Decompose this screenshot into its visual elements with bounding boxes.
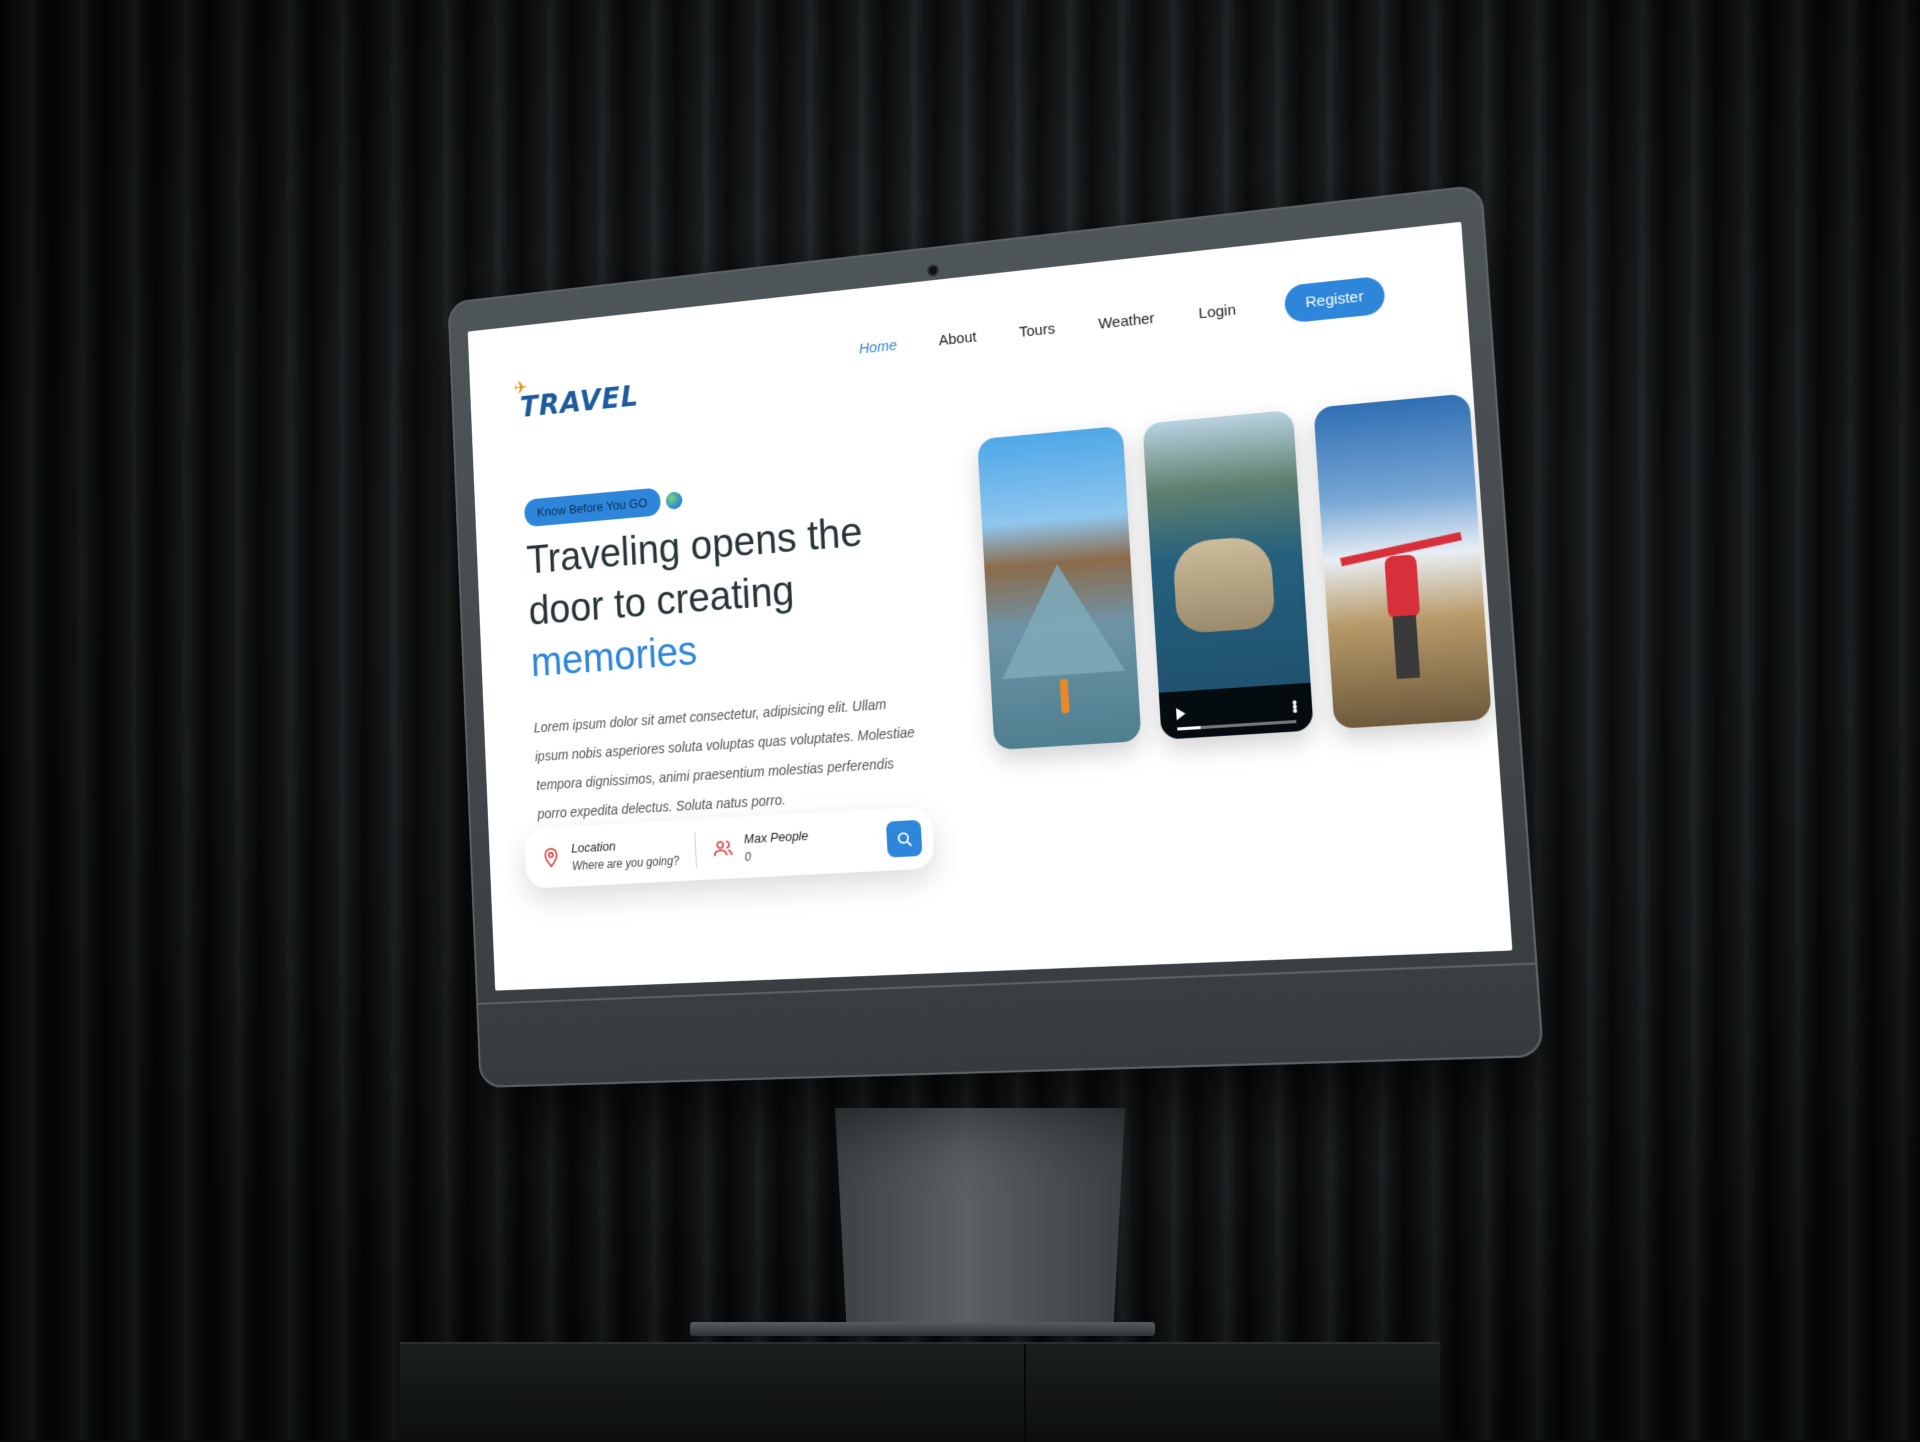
location-field-text: Location Where are you going? [571, 835, 680, 873]
people-icon [712, 837, 733, 860]
know-before-tag: Know Before You GO [524, 487, 661, 527]
nav-weather[interactable]: Weather [1098, 310, 1155, 333]
nav-tours[interactable]: Tours [1019, 320, 1056, 341]
play-icon[interactable] [1176, 707, 1186, 720]
register-button[interactable]: Register [1284, 276, 1386, 324]
main-nav: Home About Tours Weather Login Register [858, 276, 1386, 368]
hiker-figure [1384, 554, 1420, 619]
website-screen: ✈ TRAVEL Home About Tours Weather Login … [468, 222, 1513, 991]
people-field[interactable]: Max People 0 [695, 827, 826, 866]
hero-headline: Traveling opens the door to creating mem… [525, 501, 919, 689]
hero-description: Lorem ipsum dolor sit amet consectetur, … [533, 687, 927, 829]
search-button[interactable] [886, 820, 923, 858]
more-icon[interactable]: • • • [1292, 700, 1298, 713]
globe-icon [665, 491, 682, 510]
people-field-text: Max People 0 [744, 828, 810, 864]
people-label: Max People [744, 828, 809, 846]
travel-logo[interactable]: ✈ TRAVEL [519, 379, 639, 424]
logo-text: TRAVEL [519, 379, 639, 424]
hero-tag-row: Know Before You GO [524, 485, 683, 527]
monitor: ✈ TRAVEL Home About Tours Weather Login … [447, 184, 1544, 1088]
hiker-legs [1393, 615, 1421, 679]
pin-icon [541, 846, 562, 868]
coast-video-card[interactable]: • • • [1142, 410, 1313, 740]
search-icon [895, 829, 913, 848]
monitor-stand-foot [690, 1322, 1155, 1336]
louvre-photo-card[interactable] [977, 426, 1141, 750]
nav-home[interactable]: Home [859, 337, 898, 357]
fortress-shape [1172, 535, 1276, 634]
plane-icon: ✈ [513, 378, 528, 399]
location-label: Location [571, 835, 679, 855]
camera [929, 266, 937, 275]
location-input[interactable]: Where are you going? [572, 853, 680, 872]
nav-about[interactable]: About [938, 329, 977, 350]
louvre-pyramid-shape [996, 559, 1125, 679]
pedestal [400, 1342, 1440, 1442]
video-progress-bar[interactable] [1177, 720, 1296, 731]
video-controls: • • • [1159, 683, 1314, 740]
monitor-stand [835, 1108, 1125, 1328]
people-input[interactable]: 0 [744, 846, 809, 863]
tourist-figure [1060, 679, 1070, 714]
location-field[interactable]: Location Where are you going? [525, 834, 697, 875]
video-progress-fill [1177, 726, 1201, 731]
nav-login[interactable]: Login [1198, 301, 1236, 322]
hiker-photo-card[interactable] [1313, 393, 1491, 729]
